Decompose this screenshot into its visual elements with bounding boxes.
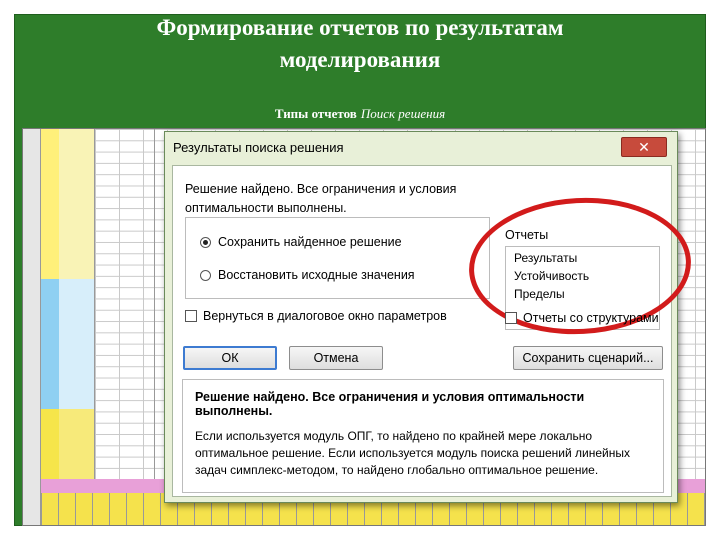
band-blue <box>41 279 59 409</box>
dialog-title: Результаты поиска решения <box>173 140 344 155</box>
checkbox-icon[interactable] <box>505 312 517 324</box>
info-text: Если используется модуль ОПГ, то найдено… <box>195 429 631 477</box>
subtitle-main: Типы отчетов <box>274 106 357 121</box>
label-column <box>95 129 155 525</box>
ok-button[interactable]: ОК <box>183 346 277 370</box>
restore-values-option[interactable]: Восстановить исходные значения <box>200 268 415 282</box>
save-scenario-button[interactable]: Сохранить сценарий... <box>513 346 663 370</box>
cancel-button[interactable]: Отмена <box>289 346 383 370</box>
return-to-parameters-checkbox[interactable]: Вернуться в диалоговое окно параметров <box>185 309 447 323</box>
status-message: Решение найдено. Все ограничения и услов… <box>185 182 457 215</box>
band-yellow-top <box>41 129 59 279</box>
group-column-middle <box>59 279 95 409</box>
radio-unselected-icon[interactable] <box>200 269 211 281</box>
keep-solution-option[interactable]: Сохранить найденное решение <box>200 235 402 249</box>
slide-title-line-2: моделирования <box>279 47 441 72</box>
slide-title: Формирование отчетов по результатам моде… <box>14 12 706 76</box>
group-column-top <box>59 129 95 279</box>
group-column-bottom <box>59 409 95 479</box>
restore-values-label: Восстановить исходные значения <box>218 268 415 282</box>
slide-subtitle: Типы отчетов Поиск решения <box>14 106 706 122</box>
radio-selected-icon[interactable] <box>200 236 211 248</box>
info-heading: Решение найдено. Все ограничения и услов… <box>195 390 585 418</box>
solution-options-group: Сохранить найденное решение Восстановить… <box>185 217 490 299</box>
solver-results-dialog: Результаты поиска решения ✕ Решение найд… <box>164 131 695 503</box>
slide-title-line-1: Формирование отчетов по результатам <box>156 15 564 40</box>
outline-reports-label: Отчеты со структурами <box>523 311 659 325</box>
row-headers <box>23 129 41 525</box>
close-icon[interactable]: ✕ <box>621 137 667 157</box>
band-yellow-bottom <box>41 409 59 479</box>
subtitle-italic: Поиск решения <box>360 106 446 121</box>
return-to-parameters-label: Вернуться в диалоговое окно параметров <box>203 309 447 323</box>
info-panel: Решение найдено. Все ограничения и услов… <box>182 379 664 493</box>
checkbox-icon[interactable] <box>185 310 197 322</box>
dialog-body: Решение найдено. Все ограничения и услов… <box>172 165 695 497</box>
keep-solution-label: Сохранить найденное решение <box>218 235 402 249</box>
outline-reports-checkbox[interactable]: Отчеты со структурами <box>505 311 659 325</box>
